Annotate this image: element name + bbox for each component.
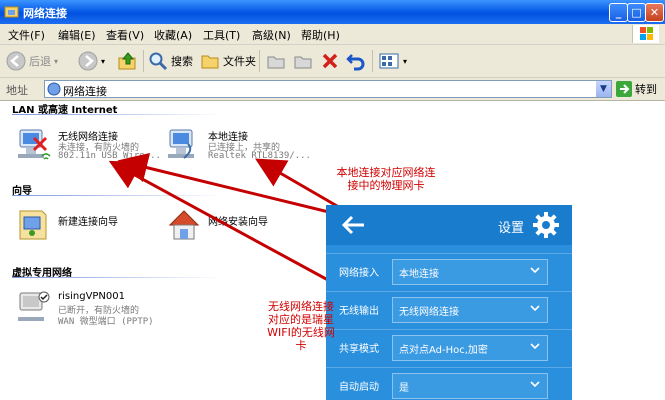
auto-start-select[interactable]: 是: [392, 373, 548, 399]
chevron-down-icon: [530, 305, 540, 312]
network-in-select[interactable]: 本地连接: [392, 259, 548, 285]
settings-row-wireless-out: 无线输出 无线网络连接: [326, 291, 572, 330]
settings-panel: 设置 网络接入 本地连接 无线输出 无线网络连接 共享模式 点对点Ad-Hoc,…: [326, 205, 572, 400]
settings-row-auto-start: 自动启动 是: [326, 367, 572, 400]
share-mode-label: 共享模式: [339, 344, 379, 355]
settings-title: 设置: [498, 221, 525, 236]
back-arrow-icon[interactable]: [340, 213, 366, 237]
settings-header: 设置: [326, 205, 572, 245]
network-connections-window: 网络连接 _ □ ✕ 文件(F) 编辑(E) 查看(V) 收藏(A) 工具(T)…: [0, 0, 665, 400]
network-in-label: 网络接入: [339, 268, 379, 279]
settings-row-network-in: 网络接入 本地连接: [326, 253, 572, 292]
annotation-local-connection: 本地连接对应网络连接中的物理网卡: [336, 166, 436, 192]
gear-icon: [533, 212, 559, 238]
share-mode-select[interactable]: 点对点Ad-Hoc,加密: [392, 335, 548, 361]
chevron-down-icon: [530, 267, 540, 274]
chevron-down-icon: [530, 381, 540, 388]
auto-start-label: 自动启动: [339, 382, 379, 393]
wireless-out-label: 无线输出: [339, 306, 379, 317]
wireless-out-select[interactable]: 无线网络连接: [392, 297, 548, 323]
annotation-wireless-connection: 无线网络连接对应的是瑞星WIFI的无线网卡: [267, 300, 335, 352]
settings-row-share-mode: 共享模式 点对点Ad-Hoc,加密: [326, 329, 572, 368]
chevron-down-icon: [530, 343, 540, 350]
